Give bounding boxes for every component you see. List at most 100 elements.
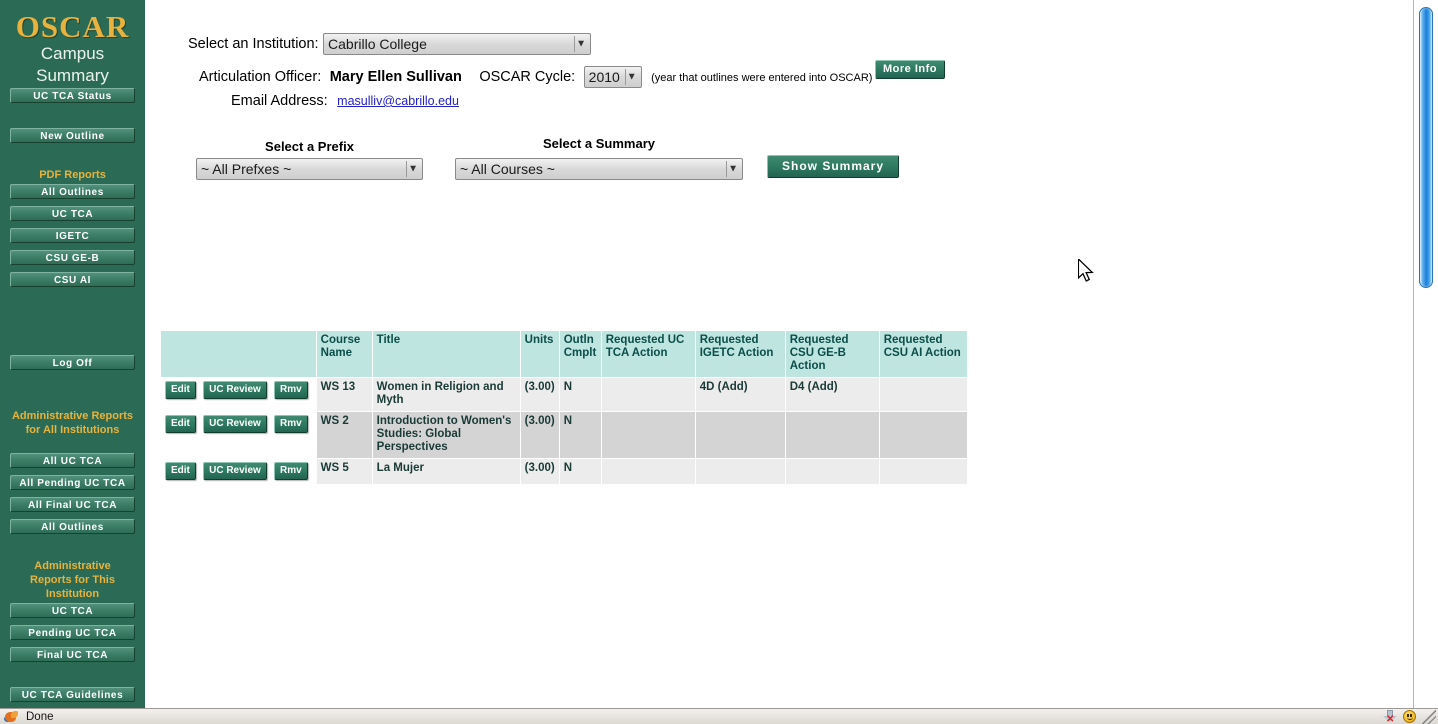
firefox-icon [3,710,19,724]
sidebar-item-inst-final-uc-tca[interactable]: Final UC TCA [10,647,135,662]
table-row: Edit UC Review Rmv WS 5 La Mujer (3.00) … [160,458,968,485]
sidebar-heading-admin-this-2: Reports for This [30,574,115,586]
cell-csu-ai-action [878,458,968,485]
smiley-feedback-icon[interactable] [1403,710,1416,723]
row-actions-cell: Edit UC Review Rmv [160,377,317,412]
email-link[interactable]: masulliv@cabrillo.edu [337,94,459,108]
table-body: Edit UC Review Rmv WS 13 Women in Religi… [160,377,968,485]
rmv-button[interactable]: Rmv [273,415,308,433]
sidebar-item-uc-tca-status[interactable]: UC TCA Status [10,88,135,103]
sidebar-item-all-uc-tca[interactable]: All UC TCA [10,453,135,468]
sidebar-item-all-outlines[interactable]: All Outlines [10,184,135,199]
uc-review-button[interactable]: UC Review [203,381,267,399]
col-units: Units [519,330,560,378]
smiley-mouth [1407,717,1413,720]
sidebar-item-all-pending-uc-tca[interactable]: All Pending UC TCA [10,475,135,490]
cell-title: La Mujer [371,458,521,485]
col-actions [160,330,317,378]
sidebar-heading-pdf-reports: PDF Reports [39,169,106,181]
prefix-select-wrapper[interactable]: ~ All Prefxes ~ ▼ [196,158,423,180]
cell-csu-ai-action [878,377,968,412]
institution-select-wrapper[interactable]: Cabrillo College ▼ [323,33,592,55]
sidebar-subtitle-campus: Campus [40,44,105,63]
summary-select[interactable]: ~ All Courses ~ [455,158,743,180]
sidebar-item-igetc[interactable]: IGETC [10,228,135,243]
cell-csu-geb-action [784,411,880,459]
sidebar-item-all-outlines-admin[interactable]: All Outlines [10,519,135,534]
more-info-button[interactable]: More Info [875,60,945,79]
sidebar-item-uc-tca[interactable]: UC TCA [10,206,135,221]
sidebar-item-uc-tca-guidelines[interactable]: UC TCA Guidelines [10,687,135,702]
cell-course-name: WS 2 [315,411,373,459]
cell-outln-cmplt: N [558,458,602,485]
edit-button[interactable]: Edit [165,462,196,480]
oscar-logo: OSCAR [15,9,130,44]
sidebar-item-csu-ge-b[interactable]: CSU GE-B [10,250,135,265]
status-bar-right: ✕ [1380,709,1438,724]
oscar-cycle-label: OSCAR Cycle: [479,69,576,86]
sidebar-item-inst-uc-tca[interactable]: UC TCA [10,603,135,618]
sidebar-heading-admin-all-2: for All Institutions [25,424,120,436]
vertical-scrollbar[interactable] [1413,0,1438,708]
institution-label: Select an Institution: [188,36,319,53]
sidebar-item-inst-pending-uc-tca[interactable]: Pending UC TCA [10,625,135,640]
cell-title: Introduction to Women's Studies: Global … [371,411,521,459]
cell-outln-cmplt: N [558,377,602,412]
show-summary-button[interactable]: Show Summary [767,155,900,178]
sidebar-subtitle-summary: Summary [36,66,109,85]
col-course-name: Course Name [315,330,373,378]
show-summary-wrapper: Show Summary [767,155,900,178]
articulation-officer-row: Articulation Officer: Mary Ellen Sulliva… [199,66,872,88]
cell-csu-geb-action [784,458,880,485]
sidebar-item-log-off[interactable]: Log Off [10,355,135,370]
cell-igetc-action: 4D (Add) [694,377,786,412]
col-requested-igetc-action: Requested IGETC Action [694,330,786,378]
status-bar: Done ✕ [0,708,1438,724]
oscar-cycle-select[interactable]: 2010 [583,66,642,88]
more-info-wrapper: More Info [875,59,945,79]
sidebar-heading-admin-all-1: Administrative Reports [11,410,134,422]
rmv-button[interactable]: Rmv [273,381,308,399]
summary-select-row: ~ All Courses ~ ▼ [455,158,743,180]
col-title: Title [371,330,521,378]
prefix-select-row: ~ All Prefxes ~ ▼ [196,158,423,180]
firefox-fox-tail [11,710,18,718]
sidebar-item-new-outline[interactable]: New Outline [10,128,135,143]
cell-title: Women in Religion and Myth [371,377,521,412]
scrollbar-thumb[interactable] [1419,7,1433,288]
sidebar-item-all-final-uc-tca[interactable]: All Final UC TCA [10,497,135,512]
edit-button[interactable]: Edit [165,381,196,399]
uc-review-button[interactable]: UC Review [203,415,267,433]
cell-units: (3.00) [519,411,560,459]
oscar-cycle-note: (year that outlines were entered into OS… [651,72,873,85]
articulation-officer-label: Articulation Officer: [199,69,322,86]
cell-course-name: WS 13 [315,377,373,412]
cell-outln-cmplt: N [558,411,602,459]
uc-review-button[interactable]: UC Review [203,462,267,480]
download-icon[interactable]: ✕ [1380,709,1400,724]
sidebar-item-csu-ai[interactable]: CSU AI [10,272,135,287]
articulation-officer-value: Mary Ellen Sullivan [329,69,462,86]
edit-button[interactable]: Edit [165,415,196,433]
table-row: Edit UC Review Rmv WS 13 Women in Religi… [160,377,968,412]
col-requested-csu-geb-action: Requested CSU GE-B Action [784,330,880,378]
email-label: Email Address: [231,93,328,109]
summary-select-wrapper[interactable]: ~ All Courses ~ ▼ [455,158,743,180]
email-row: Email Address: masulliv@cabrillo.edu [231,92,459,110]
prefix-heading-wrapper: Select a Prefix [196,139,423,154]
cell-uc-tca-action [600,377,696,412]
sidebar-heading-admin-this-1: Administrative [34,560,111,572]
window-resize-grip[interactable] [1422,709,1436,724]
cell-igetc-action [694,458,786,485]
prefix-select[interactable]: ~ All Prefxes ~ [196,158,423,180]
row-actions-cell: Edit UC Review Rmv [160,411,317,459]
sidebar-heading-admin-this-3: Institution [45,588,100,600]
institution-select[interactable]: Cabrillo College [323,33,592,55]
rmv-button[interactable]: Rmv [273,462,308,480]
col-requested-csu-ai-action: Requested CSU AI Action [878,330,968,378]
table-row: Edit UC Review Rmv WS 2 Introduction to … [160,411,968,459]
browser-page: OSCAR Campus Summary UC TCA Status New O… [0,0,1438,724]
oscar-cycle-select-wrapper[interactable]: 2010 ▼ [583,66,642,88]
main-content: Select an Institution: Cabrillo College … [145,0,1413,708]
download-error-x: ✕ [1386,714,1395,724]
